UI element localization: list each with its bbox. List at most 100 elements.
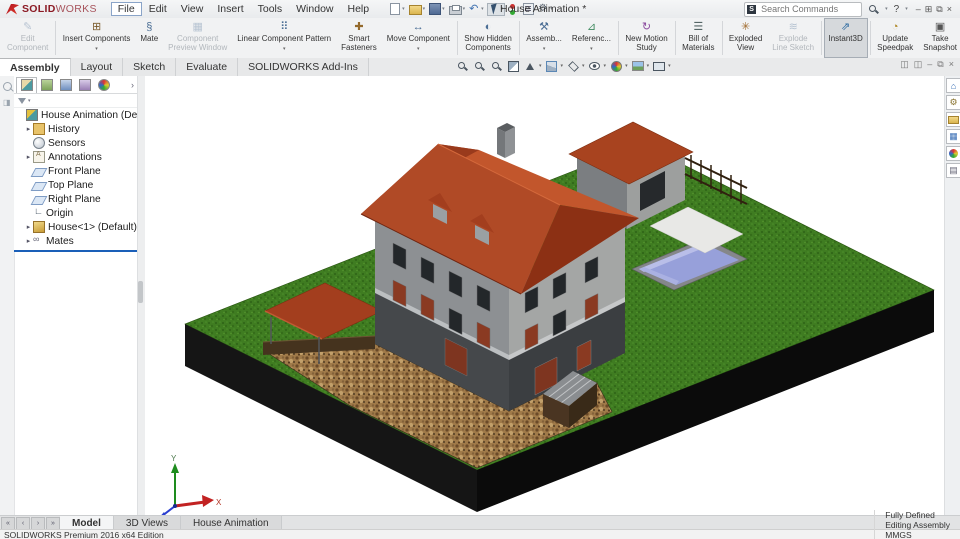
- insert-components-dropdown-icon[interactable]: ▾: [95, 45, 98, 54]
- tree-item-top-plane[interactable]: Top Plane: [14, 178, 137, 192]
- undo-dropdown-icon[interactable]: ▾: [481, 6, 484, 12]
- dynamic-annotation-views-icon[interactable]: [523, 59, 537, 73]
- tree-item-right-plane[interactable]: Right Plane: [14, 192, 137, 206]
- insert-components-button[interactable]: Insert Components ▾: [58, 18, 136, 58]
- apply-scene-icon[interactable]: [631, 59, 645, 73]
- restore-button[interactable]: ⧉: [934, 4, 944, 14]
- maximize-button[interactable]: ⊞: [923, 4, 935, 14]
- menu-window[interactable]: Window: [289, 2, 340, 16]
- tab-evaluate[interactable]: Evaluate: [176, 58, 239, 76]
- section-view-icon[interactable]: [506, 59, 520, 73]
- filter-icon[interactable]: [18, 97, 26, 104]
- linear-component-pattern-button[interactable]: Linear Component Pattern ▾: [232, 18, 336, 58]
- view-orientation-icon[interactable]: [545, 59, 559, 73]
- hide-show-items-dropdown-icon[interactable]: ▾: [604, 63, 607, 69]
- display-style-dropdown-icon[interactable]: ▾: [582, 63, 585, 69]
- tree-item-origin[interactable]: Origin: [14, 206, 137, 220]
- bill-of-materials-button[interactable]: Bill ofMaterials: [677, 18, 719, 58]
- tab-assembly[interactable]: Assembly: [0, 58, 71, 76]
- featuremanager-tab[interactable]: [16, 76, 37, 93]
- save-dropdown-icon[interactable]: ▾: [442, 6, 445, 12]
- move-component-button[interactable]: Move Component ▾: [382, 18, 455, 58]
- tree-tabs-overflow-icon[interactable]: ›: [131, 80, 134, 90]
- hide-show-items-icon[interactable]: [588, 59, 602, 73]
- view-orientation-dropdown-icon[interactable]: ▾: [561, 63, 564, 69]
- pane-left-button[interactable]: ◫: [900, 59, 909, 70]
- display-style-icon[interactable]: [566, 59, 580, 73]
- show-hidden-components-button[interactable]: Show HiddenComponents: [459, 18, 517, 58]
- pin-icon[interactable]: [3, 82, 12, 91]
- doc-restore-button[interactable]: ⧉: [937, 59, 943, 70]
- tree-item-history[interactable]: ▸ History: [14, 122, 137, 136]
- custom-properties-button[interactable]: [946, 163, 960, 178]
- apply-scene-dropdown-icon[interactable]: ▾: [647, 63, 650, 69]
- tree-item-house-animation-default-[interactable]: House Animation (Default): [14, 108, 137, 122]
- configurationmanager-tab[interactable]: [56, 77, 75, 92]
- tab-solidworks-add-ins[interactable]: SOLIDWORKS Add-Ins: [238, 58, 369, 76]
- smart-fasteners-button[interactable]: SmartFasteners: [336, 18, 382, 58]
- search-input[interactable]: [759, 3, 860, 15]
- open-button[interactable]: ▾: [408, 3, 427, 15]
- tree-item-mates[interactable]: ▸ Mates: [14, 234, 137, 248]
- move-component-dropdown-icon[interactable]: ▾: [417, 45, 420, 54]
- doc-tab-3d-views[interactable]: 3D Views: [113, 516, 181, 530]
- status-units[interactable]: MMGS: [874, 530, 960, 539]
- file-explorer-button[interactable]: [946, 129, 960, 144]
- search-box[interactable]: S: [744, 1, 863, 17]
- doc-minimize-button[interactable]: –: [927, 59, 932, 70]
- print-button[interactable]: ▾: [448, 4, 467, 15]
- graphics-area[interactable]: Y X: [145, 76, 945, 520]
- tab-layout[interactable]: Layout: [70, 58, 124, 76]
- dynamic-annotation-views-dropdown-icon[interactable]: ▾: [539, 63, 542, 69]
- tree-item-sensors[interactable]: Sensors: [14, 136, 137, 150]
- minimize-button[interactable]: –: [914, 4, 923, 14]
- instant3d-button[interactable]: Instant3D: [823, 18, 868, 58]
- assembly-features-dropdown-icon[interactable]: ▾: [543, 45, 546, 54]
- take-snapshot-button[interactable]: TakeSnapshot: [918, 18, 960, 58]
- expand-arrow-icon[interactable]: ▸: [24, 153, 33, 161]
- doc-tab-house-animation[interactable]: House Animation: [180, 516, 282, 530]
- help-button[interactable]: ?: [894, 4, 900, 15]
- tree-item-house-1-default-[interactable]: ▸ House<1> (Default): [14, 220, 137, 234]
- print-dropdown-icon[interactable]: ▾: [463, 6, 466, 12]
- tree-item-front-plane[interactable]: Front Plane: [14, 164, 137, 178]
- home-button[interactable]: [946, 78, 960, 93]
- resources-button[interactable]: [946, 95, 960, 110]
- mate-button[interactable]: Mate: [135, 18, 163, 58]
- search-icon[interactable]: [868, 4, 879, 15]
- doc-close-button[interactable]: ×: [949, 59, 954, 70]
- expand-arrow-icon[interactable]: ▸: [24, 125, 33, 133]
- displaymanager-tab[interactable]: [94, 77, 113, 92]
- viewport-3d-scene[interactable]: Y X: [145, 76, 945, 520]
- search-dropdown-icon[interactable]: ▾: [885, 6, 888, 12]
- new-button[interactable]: ▾: [388, 3, 406, 15]
- help-dropdown-icon[interactable]: ▾: [905, 6, 908, 12]
- menu-tools[interactable]: Tools: [251, 2, 290, 16]
- close-button[interactable]: ×: [945, 4, 954, 14]
- menu-edit[interactable]: Edit: [142, 2, 174, 16]
- design-library-button[interactable]: [946, 112, 960, 127]
- menu-insert[interactable]: Insert: [210, 2, 250, 16]
- tree-filter-row[interactable]: ▾: [14, 94, 137, 108]
- tree-item-annotations[interactable]: ▸ Annotations: [14, 150, 137, 164]
- reference-geometry-button[interactable]: Referenc... ▾: [567, 18, 616, 58]
- expand-arrow-icon[interactable]: ▸: [24, 237, 33, 245]
- view-settings-dropdown-icon[interactable]: ▾: [668, 63, 671, 69]
- pane-right-button[interactable]: ◫: [914, 59, 923, 70]
- splitter-handle[interactable]: [138, 281, 143, 303]
- zoom-area-icon[interactable]: [472, 59, 486, 73]
- doc-tab-model[interactable]: Model: [60, 516, 114, 530]
- menu-view[interactable]: View: [174, 2, 211, 16]
- reference-geometry-dropdown-icon[interactable]: ▾: [590, 45, 593, 54]
- edit-appearance-icon[interactable]: [609, 59, 623, 73]
- appearances-button[interactable]: [946, 146, 960, 161]
- menu-file[interactable]: File: [110, 2, 142, 16]
- undo-button[interactable]: ▾: [468, 2, 485, 15]
- propertymanager-tab[interactable]: [37, 77, 56, 92]
- exploded-view-button[interactable]: ExplodedView: [724, 18, 767, 58]
- assembly-features-button[interactable]: Assemb... ▾: [521, 18, 567, 58]
- tab-sketch[interactable]: Sketch: [123, 58, 177, 76]
- view-settings-icon[interactable]: [652, 59, 666, 73]
- previous-view-icon[interactable]: [489, 59, 503, 73]
- new-dropdown-icon[interactable]: ▾: [402, 6, 405, 12]
